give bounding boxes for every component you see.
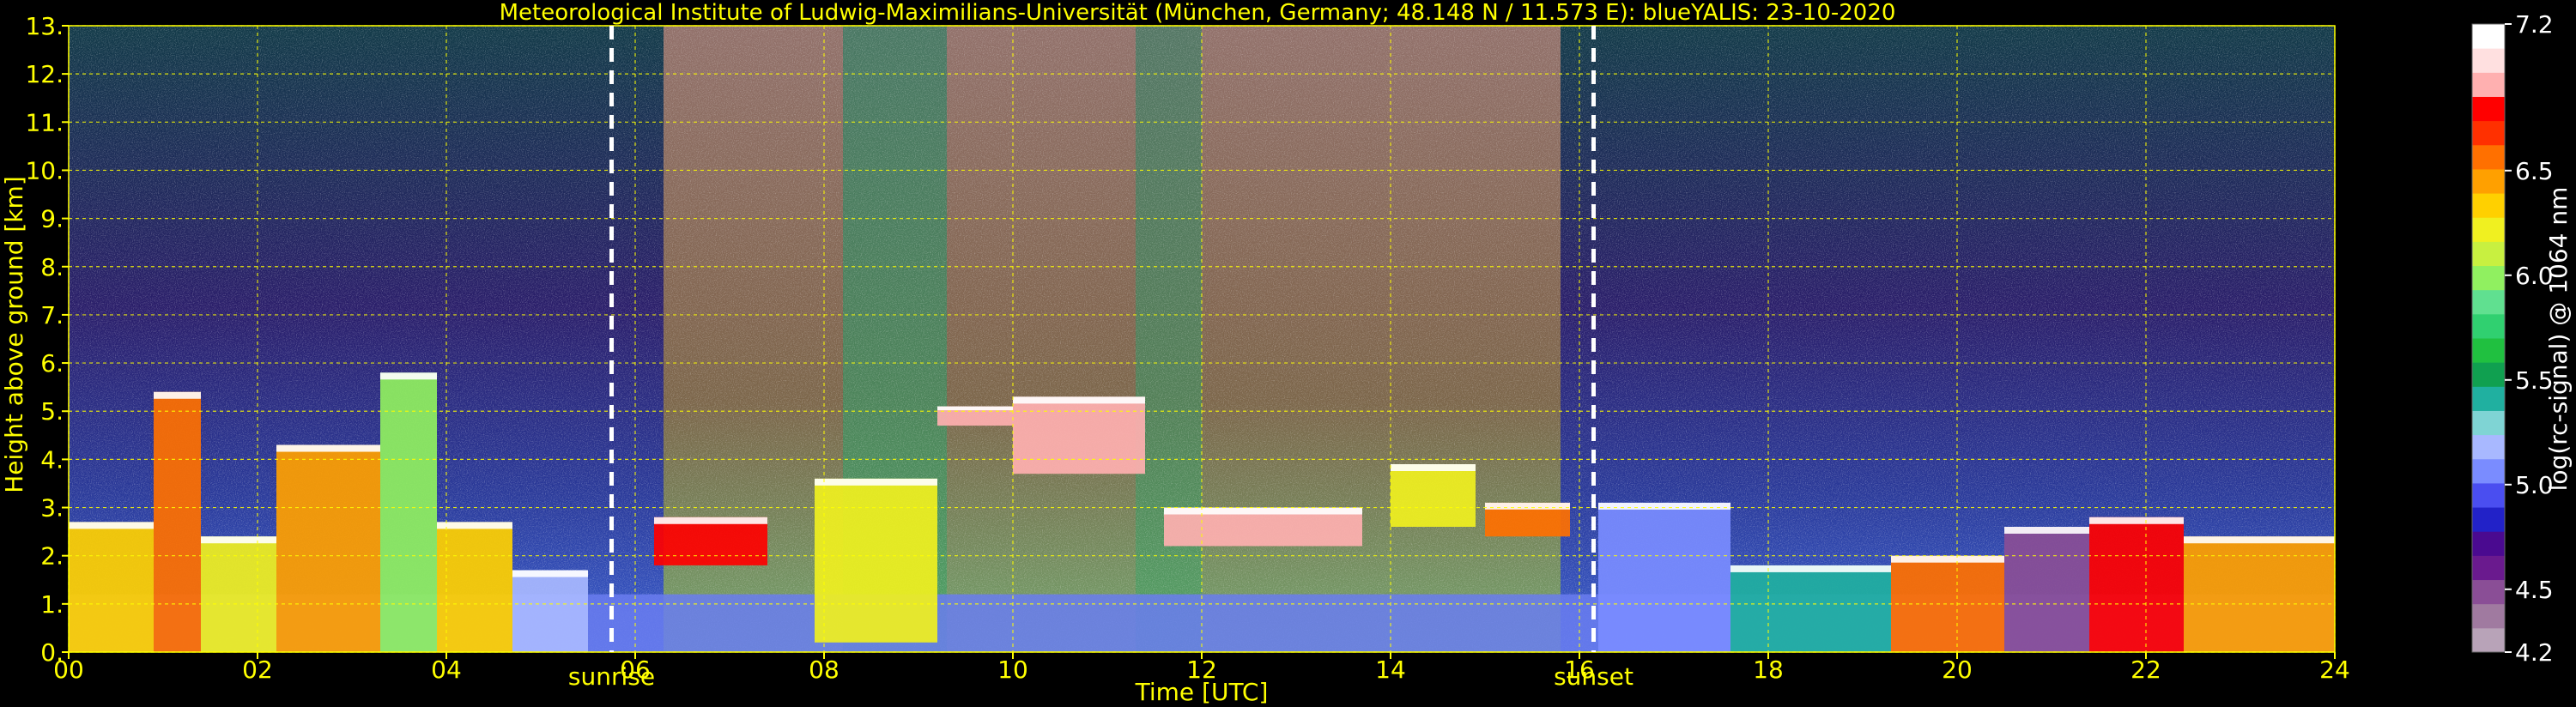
layer-top: [201, 536, 276, 544]
layer-top: [1013, 396, 1145, 404]
layer-block: [1391, 464, 1476, 527]
colorbar-segment: [2472, 24, 2505, 49]
y-tick-label: 12.: [25, 60, 64, 88]
colorbar-segment: [2472, 338, 2505, 363]
colorbar-segment: [2472, 458, 2505, 484]
layer-block: [69, 522, 154, 652]
x-tick-label: 20: [1942, 656, 1973, 684]
layer-block: [437, 522, 512, 652]
colorbar-segment: [2472, 217, 2505, 242]
chart-title: Meteorological Institute of Ludwig-Maxim…: [500, 0, 1896, 26]
y-tick-label: 7.: [40, 301, 64, 329]
colorbar-segment: [2472, 144, 2505, 170]
colorbar-segment: [2472, 507, 2505, 532]
colorbar-segment: [2472, 579, 2505, 605]
y-tick-label: 10.: [25, 156, 64, 184]
layer-top: [1730, 565, 1891, 572]
layer-top: [1891, 555, 2004, 563]
layer-top: [815, 478, 937, 486]
layer-block: [276, 444, 380, 652]
x-tick-label: 00: [53, 656, 84, 684]
y-tick-label: 1.: [40, 590, 64, 619]
x-tick-label: 10: [997, 656, 1028, 684]
layer-top: [937, 406, 1013, 411]
colorbar-segment: [2472, 193, 2505, 218]
layer-top: [1598, 502, 1730, 510]
colorbar-segment: [2472, 410, 2505, 436]
colorbar-tick-label: 7.2: [2515, 10, 2554, 39]
y-tick-label: 6.: [40, 349, 64, 378]
layer-block: [154, 391, 201, 652]
y-tick-label: 9.: [40, 205, 64, 233]
layer-top: [2184, 536, 2335, 544]
colorbar-label: log(rc-signal) @ 1064 nm: [2544, 187, 2573, 492]
x-tick-label: 14: [1375, 656, 1406, 684]
colorbar-segment: [2472, 627, 2505, 653]
layer-top: [154, 391, 201, 399]
layer-block: [2184, 536, 2335, 652]
colorbar-segment: [2472, 168, 2505, 194]
y-tick-label: 3.: [40, 494, 64, 523]
colorbar-tick-label: 6.5: [2515, 157, 2554, 185]
y-tick-label: 4.: [40, 445, 64, 474]
colorbar-segment: [2472, 96, 2505, 122]
colorbar-segment: [2472, 72, 2505, 97]
colorbar-segment: [2472, 289, 2505, 315]
layer-top: [1391, 464, 1476, 471]
layer-block: [1730, 565, 1891, 652]
layer-block: [815, 478, 937, 643]
y-tick-label: 5.: [40, 397, 64, 426]
layer-block: [2089, 517, 2184, 652]
colorbar-segment: [2472, 386, 2505, 411]
layer-top: [69, 522, 154, 529]
colorbar-segment: [2472, 120, 2505, 146]
x-tick-label: 16: [1564, 656, 1595, 684]
x-tick-label: 06: [620, 656, 651, 684]
colorbar-tick-label: 4.5: [2515, 576, 2554, 604]
colorbar-segment: [2472, 265, 2505, 291]
y-tick-label: 13.: [25, 12, 64, 40]
layer-block: [380, 372, 437, 652]
colorbar-segment: [2472, 555, 2505, 581]
layer-block: [654, 517, 767, 565]
colorbar-segment: [2472, 313, 2505, 339]
colorbar-segment: [2472, 434, 2505, 460]
x-tick-label: 24: [2319, 656, 2350, 684]
layer-top: [2089, 517, 2184, 524]
colorbar-segment: [2472, 603, 2505, 629]
layer-block: [1598, 502, 1730, 652]
colorbar-segment: [2472, 48, 2505, 73]
layer-top: [1164, 507, 1362, 515]
y-tick-label: 8.: [40, 253, 64, 281]
x-tick-label: 02: [242, 656, 273, 684]
colorbar-segment: [2472, 362, 2505, 387]
y-axis-ticks: 0.1.2.3.4.5.6.7.8.9.10.11.12.13.: [25, 12, 69, 667]
colorbar-tick-label: 4.2: [2515, 638, 2554, 667]
colorbar-segment: [2472, 531, 2505, 556]
layer-top: [654, 517, 767, 524]
x-tick-label: 08: [809, 656, 839, 684]
layer-top: [2004, 527, 2089, 534]
x-tick-label: 18: [1753, 656, 1784, 684]
lidar-chart: sunrise sunset 0.1.2.3.4.5.6.7.8.9.10.11.…: [0, 0, 2573, 706]
layer-top: [512, 570, 588, 577]
y-tick-label: 11.: [25, 108, 64, 136]
colorbar: 4.24.55.05.56.06.57.2: [2471, 10, 2554, 667]
x-tick-label: 22: [2131, 656, 2161, 684]
layer-block: [201, 536, 276, 652]
layer-block: [1013, 396, 1145, 474]
layer-block: [512, 570, 588, 652]
x-tick-label: 04: [431, 656, 462, 684]
layer-top: [1485, 502, 1570, 510]
layer-top: [380, 372, 437, 380]
x-axis-label: Time [UTC]: [1135, 678, 1269, 706]
layer-top: [437, 522, 512, 529]
layer-block: [2004, 527, 2089, 652]
colorbar-segment: [2472, 482, 2505, 508]
colorbar-segment: [2472, 241, 2505, 267]
layer-top: [276, 444, 380, 452]
y-tick-label: 2.: [40, 542, 64, 571]
y-axis-label: Height above ground [km]: [0, 176, 28, 493]
